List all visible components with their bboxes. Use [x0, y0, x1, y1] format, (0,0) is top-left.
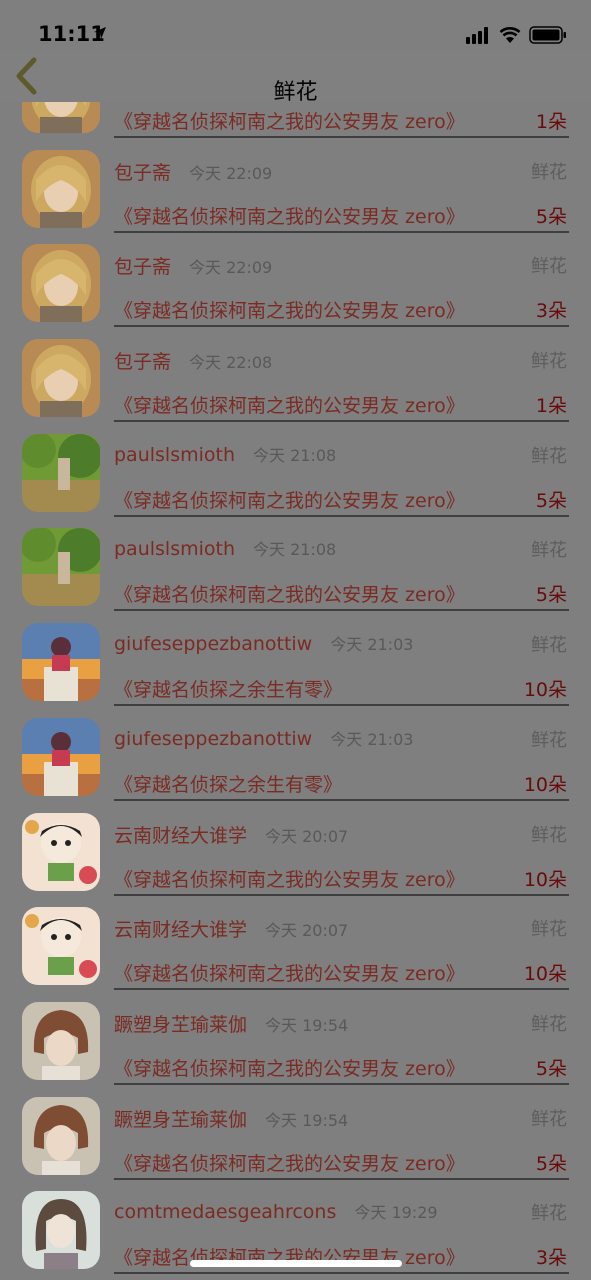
sender-name[interactable]: 云南财经大谁学: [114, 825, 247, 847]
location-arrow-icon: [94, 27, 106, 39]
book-title[interactable]: 《穿越名侦探柯南之我的公安男友 zero》: [114, 865, 465, 892]
sender-name[interactable]: 蹶塑身芏瑜莱伽: [114, 1109, 247, 1131]
sent-time: 今天 21:03: [330, 729, 414, 749]
list-item[interactable]: 蹶塑身芏瑜莱伽 今天 19:54 鲜花《穿越名侦探柯南之我的公安男友 zero》 5朵: [0, 1082, 591, 1180]
status-bar: 11:11: [0, 0, 591, 50]
gift-list[interactable]: 包子斋今天 22:09鲜花《穿越名侦探柯南之我的公安男友 zero》1朵包子斋今…: [0, 102, 591, 1280]
sent-time: 今天 22:09: [189, 258, 273, 278]
sent-time: 今天 21:03: [330, 635, 414, 655]
avatar[interactable]: [22, 339, 100, 418]
sender-name[interactable]: comtmedaesgeahrcons: [114, 1201, 336, 1223]
list-item[interactable]: giufeseppezbanottiw 今天 21:03 鲜花《穿越名侦探之余生有零…: [0, 703, 591, 801]
sender-name[interactable]: giufeseppezbanottiw: [114, 633, 312, 655]
book-title[interactable]: 《穿越名侦探之余生有零》: [114, 675, 342, 702]
book-title[interactable]: 《穿越名侦探柯南之我的公安男友 zero》: [114, 580, 465, 607]
gift-type: 鲜花: [531, 635, 567, 657]
list-item[interactable]: 云南财经大谁学 今天 20:07 鲜花《穿越名侦探柯南之我的公安男友 zero》 10…: [0, 892, 591, 991]
gift-type: 鲜花: [531, 1013, 567, 1035]
sent-time: 今天 20:07: [265, 826, 349, 846]
gift-type: 鲜花: [531, 919, 567, 941]
book-title[interactable]: 《穿越名侦探之余生有零》: [114, 770, 342, 797]
sender-name[interactable]: paulslsmioth: [114, 538, 235, 560]
gift-count: 3朵: [535, 1247, 567, 1270]
cellular-signal-icon: [466, 27, 488, 44]
gift-count: 10朵: [523, 773, 567, 796]
row-divider: [114, 1272, 569, 1275]
avatar[interactable]: [22, 433, 100, 512]
list-item[interactable]: 云南财经大谁学 今天 20:07 鲜花《穿越名侦探柯南之我的公安男友 zero》 10…: [0, 798, 591, 896]
avatar[interactable]: [22, 1096, 100, 1175]
avatar[interactable]: [22, 244, 100, 323]
sender-name[interactable]: paulslsmioth: [114, 444, 235, 466]
sender-name[interactable]: 包子斋: [114, 256, 171, 278]
avatar[interactable]: [22, 907, 100, 986]
gift-count: 10朵: [523, 679, 567, 702]
list-item[interactable]: 蹶塑身芏瑜莱伽 今天 19:54 鲜花《穿越名侦探柯南之我的公安男友 zero》 5朵: [0, 987, 591, 1085]
avatar[interactable]: [22, 528, 100, 607]
sender-name[interactable]: 包子斋: [114, 162, 171, 184]
avatar[interactable]: [22, 102, 100, 133]
avatar[interactable]: [22, 812, 100, 891]
gift-type: 鲜花: [531, 256, 567, 278]
sender-name[interactable]: 包子斋: [114, 351, 171, 373]
gift-count: 5朵: [535, 584, 567, 607]
avatar[interactable]: [22, 149, 100, 228]
list-item[interactable]: comtmedaesgeahrcons 今天 19:29 鲜花 《穿越名侦探柯南之我的…: [0, 1176, 591, 1275]
avatar[interactable]: [22, 1191, 100, 1270]
gift-type: 鲜花: [531, 729, 567, 751]
book-title[interactable]: 《穿越名侦探柯南之我的公安男友 zero》: [114, 1054, 465, 1081]
book-title[interactable]: 《穿越名侦探柯南之我的公安男友 zero》: [114, 202, 465, 229]
book-title[interactable]: 《穿越名侦探柯南之我的公安男友 zero》: [114, 1149, 465, 1176]
home-indicator[interactable]: [190, 1260, 402, 1267]
avatar[interactable]: [22, 1001, 100, 1080]
list-item[interactable]: 包子斋 今天 22:09 鲜花《穿越名侦探柯南之我的公安男友 zero》 3朵: [0, 229, 591, 328]
gift-count: 5朵: [535, 1057, 567, 1080]
book-title[interactable]: 《穿越名侦探柯南之我的公安男友 zero》: [114, 486, 465, 513]
gift-count: 5朵: [535, 1152, 567, 1175]
gift-type: 鲜花: [531, 824, 567, 846]
book-title[interactable]: 《穿越名侦探柯南之我的公安男友 zero》: [114, 959, 465, 986]
sender-name[interactable]: 蹶塑身芏瑜莱伽: [114, 1014, 247, 1036]
sent-time: 今天 22:08: [189, 353, 273, 373]
gift-count: 5朵: [535, 205, 567, 228]
list-item[interactable]: 包子斋 今天 22:09 鲜花《穿越名侦探柯南之我的公安男友 zero》 5朵: [0, 135, 591, 233]
wifi-icon: [499, 27, 521, 43]
battery-icon: [529, 26, 566, 44]
avatar[interactable]: [22, 623, 100, 702]
gift-count: 10朵: [523, 868, 567, 891]
sent-time: 今天 19:54: [265, 1110, 349, 1130]
sender-name[interactable]: 云南财经大谁学: [114, 919, 247, 941]
gift-count: 1朵: [535, 111, 567, 133]
list-item[interactable]: paulslsmioth 今天 21:08 鲜花《穿越名侦探柯南之我的公安男友 ze…: [0, 513, 591, 612]
gift-count: 5朵: [535, 489, 567, 512]
gift-type: 鲜花: [531, 161, 567, 183]
gift-count: 3朵: [535, 300, 567, 323]
gift-count: 1朵: [535, 395, 567, 418]
sent-time: 今天 21:08: [253, 540, 337, 560]
gift-type: 鲜花: [531, 445, 567, 467]
book-title[interactable]: 《穿越名侦探柯南之我的公安男友 zero》: [114, 391, 465, 418]
sent-time: 今天 22:09: [189, 163, 273, 183]
gift-type: 鲜花: [531, 1108, 567, 1130]
sent-time: 今天 19:29: [354, 1203, 438, 1223]
book-title[interactable]: 《穿越名侦探柯南之我的公安男友 zero》: [114, 296, 465, 323]
list-item[interactable]: paulslsmioth 今天 21:08 鲜花《穿越名侦探柯南之我的公安男友 ze…: [0, 419, 591, 517]
sent-time: 今天 19:54: [265, 1015, 349, 1035]
sent-time: 今天 20:07: [265, 921, 349, 941]
sent-time: 今天 21:08: [253, 445, 337, 465]
list-item[interactable]: 包子斋 今天 22:08 鲜花《穿越名侦探柯南之我的公安男友 zero》 1朵: [0, 324, 591, 423]
gift-type: 鲜花: [531, 1203, 567, 1225]
list-item[interactable]: 包子斋今天 22:09鲜花《穿越名侦探柯南之我的公安男友 zero》1朵: [0, 102, 591, 138]
sender-name[interactable]: giufeseppezbanottiw: [114, 728, 312, 750]
book-title[interactable]: 《穿越名侦探柯南之我的公安男友 zero》: [114, 107, 465, 134]
gift-type: 鲜花: [531, 351, 567, 373]
gift-type: 鲜花: [531, 540, 567, 562]
gift-count: 10朵: [523, 963, 567, 986]
list-item[interactable]: giufeseppezbanottiw 今天 21:03 鲜花《穿越名侦探之余生有零…: [0, 608, 591, 707]
avatar[interactable]: [22, 717, 100, 796]
